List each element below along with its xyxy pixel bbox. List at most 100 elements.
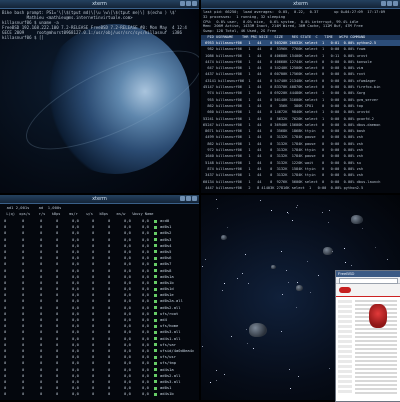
iostat-cell: 0 — [22, 347, 25, 353]
iostat-cell: 0 — [40, 242, 43, 248]
busy-indicator — [154, 343, 157, 347]
iostat-cell: 0 — [92, 298, 95, 304]
titlebar[interactable]: xterm — [201, 0, 400, 9]
star — [260, 200, 261, 201]
iostat-cell: 0,0 — [72, 317, 79, 322]
iostat-cell: 0 — [56, 366, 59, 372]
maximize-icon[interactable] — [387, 1, 392, 6]
iostat-cell: 0 — [56, 236, 59, 242]
minimize-icon[interactable] — [180, 196, 185, 201]
maximize-icon[interactable] — [186, 196, 191, 201]
process-table[interactable]: 6953 killasnurf06 1 44 0 50320K 26032K s… — [201, 39, 400, 191]
process-row[interactable]: 60134 killasnurf06 1 44 0 9276K 5600K se… — [201, 179, 400, 185]
iostat-cell: 0 — [108, 292, 111, 298]
busy-indicator — [154, 337, 157, 341]
minimize-icon[interactable] — [180, 1, 185, 6]
minimize-icon[interactable] — [381, 1, 386, 6]
iostat-cell: 0 — [40, 286, 43, 292]
busy-indicator — [154, 361, 157, 365]
terminal-window-top[interactable]: xterm last pid: 66250; load averages: 0.… — [201, 0, 400, 193]
iostat-cell: 0 — [108, 218, 111, 223]
busy-indicator — [154, 281, 157, 285]
busy-indicator — [154, 244, 157, 248]
iostat-table[interactable]: 0 0 0 0 0,0 0 0 0,0 0,0 acd0 0 0 0 0 0,0 0 0 0,0 0,0 ad0s1 0… — [0, 218, 199, 397]
device-name: ad0s6 — [160, 255, 172, 261]
iostat-cell: 0 — [92, 335, 95, 341]
iostat-cell: 0,0 — [142, 248, 149, 254]
iostat-cell: 0 — [22, 292, 25, 298]
iostat-cell: 0,0 — [124, 304, 131, 310]
device-name: ufs/root — [160, 310, 179, 316]
process-row[interactable]: 53241 killasnurf06 1 44 0 5632K 7620K se… — [201, 116, 400, 122]
iostat-cell: 0,0 — [142, 267, 149, 273]
star — [310, 292, 311, 293]
iostat-cell: 0 — [92, 310, 95, 316]
titlebar[interactable]: xterm — [0, 195, 199, 204]
iostat-cell: 0 — [108, 329, 111, 335]
close-icon[interactable] — [393, 1, 398, 6]
terminal-output[interactable]: Bike bash prompt: PS1='\[\$(tput md)\]\u… — [0, 9, 199, 41]
terminal-window-iostat[interactable]: xterm ad1 2,001s ad 1,000s L(q) ops/s r/… — [0, 195, 199, 400]
browser-window[interactable]: FreeBSD — [335, 270, 400, 402]
close-icon[interactable] — [192, 1, 197, 6]
iostat-cell: 0 — [108, 236, 111, 242]
process-row[interactable]: 4447 killasnurf06 2 8 41403K 27816K sele… — [201, 185, 400, 191]
device-name: ad0s1b — [160, 279, 174, 285]
iostat-cell: 0 — [56, 317, 59, 322]
window-title: xterm — [92, 196, 107, 202]
iostat-cell: 0 — [4, 242, 7, 248]
iostat-cell: 0,0 — [72, 292, 79, 298]
device-name: ufs/home — [160, 323, 179, 329]
device-name: ufsid/4a0d0ea4c — [160, 347, 195, 353]
device-name: ad0s3 — [160, 236, 172, 242]
terminal-window-topleft[interactable]: xterm Bike bash prompt: PS1='\[\$(tput m… — [0, 0, 199, 193]
iostat-cell: 0 — [4, 236, 7, 242]
iostat-cell: 0 — [56, 248, 59, 254]
iostat-cell: 0,0 — [124, 292, 131, 298]
iostat-cell: 0 — [56, 218, 59, 223]
star — [281, 331, 282, 332]
iostat-cell: 0 — [92, 354, 95, 360]
browser-page[interactable] — [336, 284, 400, 401]
device-name: ad0s2 — [160, 230, 172, 236]
device-name: ad0s1 — [160, 385, 172, 391]
maximize-icon[interactable] — [186, 1, 191, 6]
iostat-cell: 0,0 — [142, 360, 149, 366]
iostat-cell: 0,0 — [72, 385, 79, 391]
iostat-cell: 0,0 — [124, 323, 131, 329]
iostat-cell: 0 — [22, 224, 25, 230]
iostat-cell: 0,0 — [124, 329, 131, 335]
iostat-cell: 0,0 — [142, 230, 149, 236]
star — [318, 275, 319, 276]
iostat-row[interactable]: 0 0 0 0 0,0 0 0 0,0 0,0 ad4s1b — [0, 391, 199, 397]
star — [216, 380, 217, 381]
star — [296, 307, 297, 308]
iostat-cell: 0 — [40, 317, 43, 322]
iostat-cell: 0,0 — [72, 341, 79, 347]
close-icon[interactable] — [192, 196, 197, 201]
iostat-cell: 0 — [4, 304, 7, 310]
iostat-cell: 0 — [22, 267, 25, 273]
iostat-cell: 0,0 — [142, 378, 149, 384]
star — [217, 208, 218, 209]
iostat-cell: 0 — [92, 391, 95, 397]
iostat-cell: 0 — [108, 224, 111, 230]
asteroid — [351, 215, 363, 224]
iostat-cell: 0 — [56, 310, 59, 316]
star — [227, 227, 228, 228]
iostat-cell: 0 — [4, 255, 7, 261]
iostat-cell: 0 — [22, 279, 25, 285]
iostat-cell: 0 — [40, 385, 43, 391]
device-name: ad0s7 — [160, 261, 172, 267]
iostat-cell: 0,0 — [142, 391, 149, 397]
iostat-cell: 0 — [40, 273, 43, 279]
iostat-cell: 0 — [4, 347, 7, 353]
iostat-cell: 0 — [22, 335, 25, 341]
star — [202, 346, 203, 347]
iostat-cell: 0 — [108, 286, 111, 292]
iostat-cell: 0 — [56, 341, 59, 347]
iostat-cell: 0,0 — [142, 310, 149, 316]
titlebar[interactable]: xterm — [0, 0, 199, 9]
iostat-cell: 0 — [56, 255, 59, 261]
star — [224, 283, 225, 284]
